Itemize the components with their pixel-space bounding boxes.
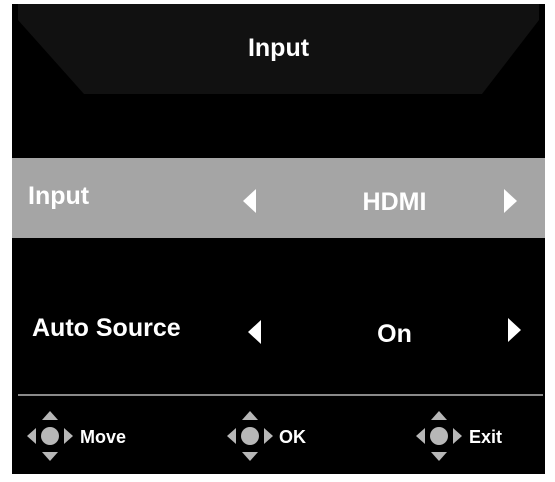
footer-exit-label: Exit xyxy=(469,427,503,447)
joystick-icon xyxy=(227,411,273,461)
input-right-arrow-icon[interactable] xyxy=(504,189,517,213)
input-row[interactable]: Input HDMI xyxy=(12,158,545,238)
auto-source-label: Auto Source xyxy=(32,314,181,342)
input-value: HDMI xyxy=(362,188,427,216)
osd-menu: Input Input HDMI Auto Source On Move OK … xyxy=(12,4,545,474)
auto-source-right-arrow-icon[interactable] xyxy=(508,318,521,342)
menu-title: Input xyxy=(247,34,310,62)
auto-source-value: On xyxy=(377,320,412,348)
joystick-icon xyxy=(416,411,462,461)
footer-move-label: Move xyxy=(80,427,127,447)
footer-divider xyxy=(18,394,543,396)
joystick-icon xyxy=(27,411,73,461)
input-left-arrow-icon[interactable] xyxy=(243,189,256,213)
footer-ok-label: OK xyxy=(279,427,306,447)
auto-source-row[interactable]: Auto Source On xyxy=(12,290,545,370)
input-label: Input xyxy=(28,182,90,210)
auto-source-left-arrow-icon[interactable] xyxy=(248,320,261,344)
